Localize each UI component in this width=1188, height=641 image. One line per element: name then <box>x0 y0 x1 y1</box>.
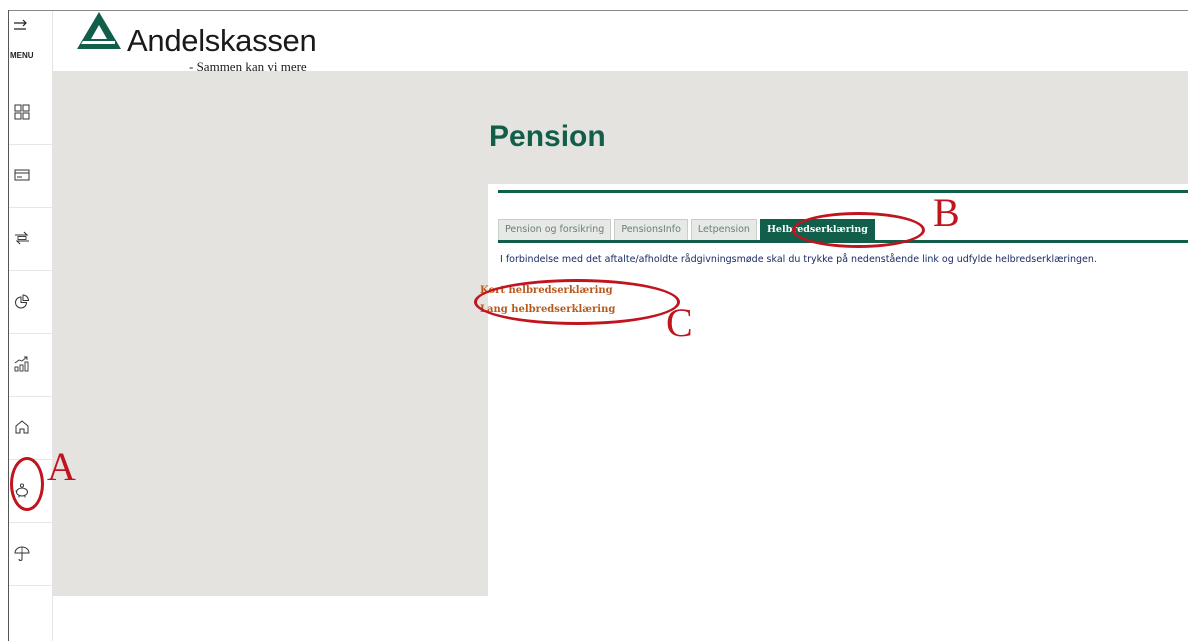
panel-top-rule <box>498 190 1188 193</box>
sidebar-item-transfers[interactable] <box>9 208 53 271</box>
annotation-label-a: A <box>47 444 76 489</box>
annotation-ellipse-c <box>474 279 680 325</box>
sidebar: MENU <box>9 11 53 641</box>
tab-pensionsinfo[interactable]: PensionsInfo <box>614 219 688 240</box>
investment-chart-icon <box>14 356 29 372</box>
menu-label: MENU <box>10 51 34 60</box>
page-title: Pension <box>489 120 606 153</box>
sidebar-item-budget[interactable] <box>9 271 53 334</box>
tab-letpension[interactable]: Letpension <box>690 219 757 240</box>
menu-button[interactable]: MENU <box>9 11 53 69</box>
transfer-icon <box>15 231 29 245</box>
home-icon <box>15 420 29 434</box>
pie-chart-icon <box>15 294 30 309</box>
header: Andelskassen - Sammen kan vi mere <box>53 11 1188 74</box>
menu-arrow-icon <box>14 19 27 30</box>
intro-text: I forbindelse med det aftalte/afholdte r… <box>500 254 1097 265</box>
annotation-label-c: C <box>666 300 693 345</box>
sidebar-item-cards[interactable] <box>9 145 53 208</box>
brand-name[interactable]: Andelskassen <box>127 23 317 59</box>
sidebar-item-dashboard[interactable] <box>9 82 53 145</box>
sidebar-item-insurance[interactable] <box>9 523 53 586</box>
sidebar-item-investments[interactable] <box>9 334 53 397</box>
dashboard-icon <box>14 104 30 120</box>
credit-card-icon <box>14 169 30 181</box>
andelskassen-logo-icon[interactable] <box>77 11 125 49</box>
umbrella-icon <box>14 546 30 561</box>
annotation-label-b: B <box>933 190 960 235</box>
annotation-ellipse-b <box>792 212 925 248</box>
tab-pension-og-forsikring[interactable]: Pension og forsikring <box>498 219 612 240</box>
annotation-ellipse-a <box>10 457 44 511</box>
